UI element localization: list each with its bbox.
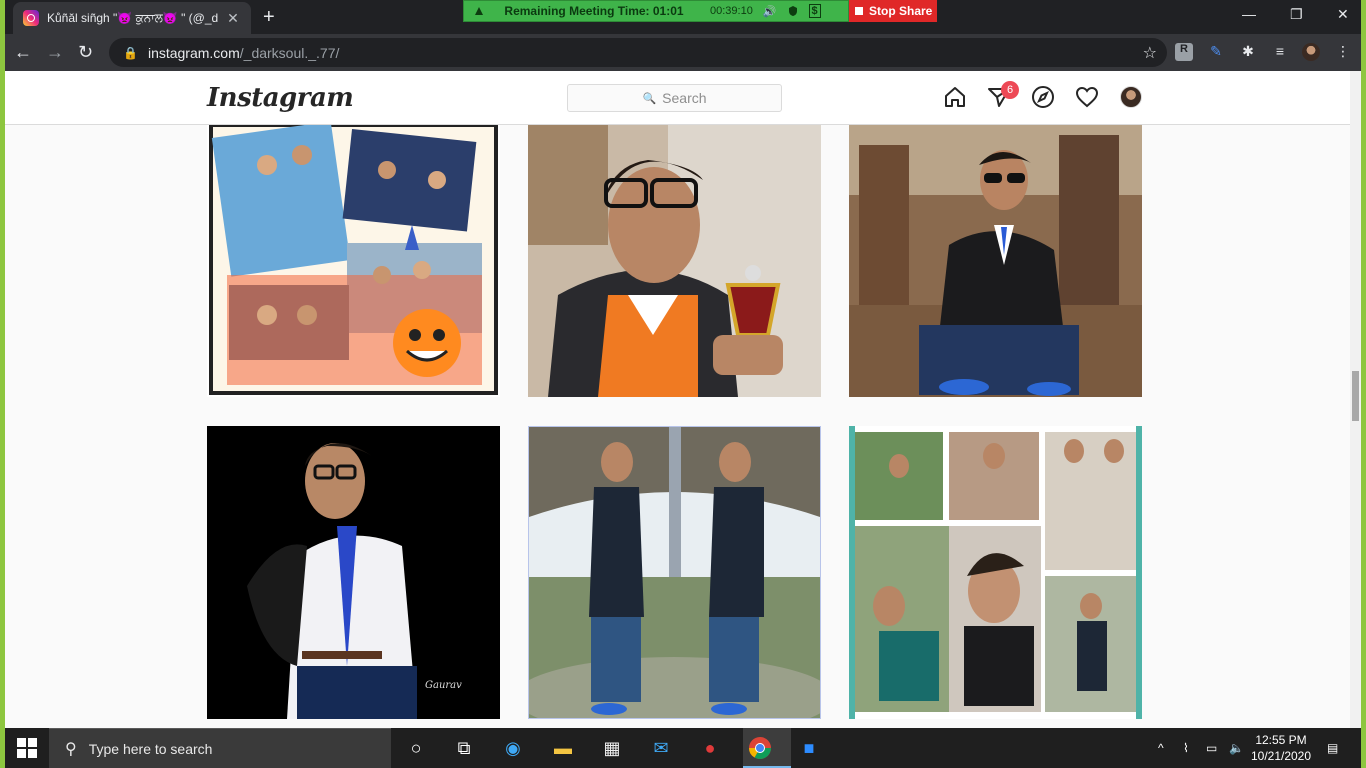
profile-avatar-icon[interactable] <box>1302 43 1320 61</box>
explore-icon[interactable] <box>1031 85 1055 109</box>
elapsed-time: 00:39:10 <box>710 5 753 17</box>
new-tab-button[interactable]: + <box>263 6 275 29</box>
profile-avatar[interactable] <box>1120 86 1142 108</box>
post-collage-friends[interactable] <box>849 426 1142 719</box>
instagram-favicon-icon <box>23 10 39 26</box>
dollar-icon[interactable]: $ <box>808 4 821 18</box>
show-hidden-icons-icon[interactable]: ^ <box>1158 741 1164 755</box>
stop-share-label: Stop Share <box>869 4 933 18</box>
bookmark-star-icon[interactable]: ☆ <box>1143 43 1157 63</box>
notifications-icon[interactable]: ▤ <box>1327 741 1338 755</box>
stop-icon <box>855 7 863 15</box>
forward-arrow-icon[interactable]: → <box>46 42 64 63</box>
clock-date: 10/21/2020 <box>1250 749 1312 763</box>
among-us-icon[interactable]: ● <box>698 736 722 760</box>
chrome-icon[interactable] <box>748 736 772 760</box>
menu-kebab-icon[interactable]: ⋮ <box>1334 43 1352 61</box>
tab-title: Kůñăl siñgh "👿 ਕੁਨਾਲ👿 " (@_d <box>47 10 219 25</box>
url-host: instagram.com <box>147 44 240 61</box>
scrollbar-thumb[interactable] <box>1352 371 1359 421</box>
store-icon[interactable]: ▦ <box>600 736 624 760</box>
back-arrow-icon[interactable]: ← <box>14 42 32 63</box>
heart-icon[interactable] <box>1075 85 1099 109</box>
lock-icon: 🔒 <box>123 45 138 60</box>
search-icon: 🔍 <box>642 92 657 105</box>
search-icon: ⚲ <box>65 740 77 758</box>
tab-close-icon[interactable]: ✕ <box>225 10 241 27</box>
instagram-header: Instagram 🔍 Search 6 <box>5 71 1350 125</box>
home-icon[interactable] <box>943 85 967 109</box>
address-bar[interactable]: 🔒 instagram.com /_darksoul._.77/ ☆ <box>109 38 1167 67</box>
battery-icon[interactable]: ▭ <box>1206 741 1217 755</box>
taskbar-search-input[interactable]: ⚲ Type here to search <box>49 728 391 768</box>
extension-pen-icon[interactable]: ✎ <box>1207 43 1225 61</box>
taskbar-clock[interactable]: 12:55 PM 10/21/2020 <box>1245 732 1317 764</box>
meeting-timer-icon <box>475 7 483 15</box>
instagram-page: Instagram 🔍 Search 6 Gaurav <box>5 71 1350 728</box>
media-control-icon[interactable]: ≡ <box>1271 43 1289 61</box>
file-explorer-icon[interactable]: ▬ <box>551 736 575 760</box>
stop-share-button[interactable]: Stop Share <box>849 0 937 22</box>
zoom-icon[interactable]: ■ <box>797 736 821 760</box>
search-placeholder: Search <box>662 90 707 106</box>
browser-tab-instagram[interactable]: Kůñăl siñgh "👿 ਕੁਨਾਲ👿 " (@_d ✕ <box>13 2 251 34</box>
direct-badge: 6 <box>1001 81 1019 99</box>
task-view-icon[interactable]: ⧉ <box>452 736 476 760</box>
windows-taskbar: ⚲ Type here to search ○ ⧉ ◉ ▬ ▦ ✉ ● ■ ^ … <box>5 728 1361 768</box>
cortana-icon[interactable]: ○ <box>404 736 428 760</box>
post-boy-on-bench[interactable] <box>849 125 1142 397</box>
svg-text:Gaurav: Gaurav <box>425 680 462 691</box>
post-boy-in-suit[interactable]: Gaurav <box>207 426 500 719</box>
clock-time: 12:55 PM <box>1255 733 1307 747</box>
speaker-icon[interactable]: 🔊 <box>763 5 777 18</box>
network-icon[interactable]: ⌇ <box>1183 741 1189 755</box>
security-shield-icon[interactable] <box>787 5 799 17</box>
minimize-button[interactable]: — <box>1242 6 1256 22</box>
reload-icon[interactable]: ↻ <box>78 42 93 63</box>
edge-icon[interactable]: ◉ <box>501 736 525 760</box>
search-input[interactable]: 🔍 Search <box>567 84 782 112</box>
taskbar-search-text: Type here to search <box>88 740 213 757</box>
mail-icon[interactable]: ✉ <box>649 736 673 760</box>
post-boy-with-trophy[interactable] <box>528 125 821 397</box>
zoom-meeting-bar: Remaining Meeting Time: 01:01 00:39:10 🔊… <box>463 0 849 22</box>
volume-icon[interactable]: 🔈 <box>1229 741 1244 755</box>
close-window-button[interactable]: ✕ <box>1337 6 1349 23</box>
remaining-meeting-time: Remaining Meeting Time: 01:01 <box>504 4 684 18</box>
post-collage-selfies[interactable] <box>207 125 500 397</box>
extension-r-icon[interactable]: R <box>1175 43 1193 61</box>
windows-start-icon[interactable] <box>15 736 39 760</box>
restore-button[interactable]: ❐ <box>1290 6 1303 23</box>
instagram-logo[interactable]: Instagram <box>207 83 354 113</box>
browser-toolbar: ← → ↻ 🔒 instagram.com /_darksoul._.77/ ☆… <box>5 34 1361 71</box>
url-path: /_darksoul._.77/ <box>239 44 340 61</box>
page-scrollbar[interactable] <box>1350 71 1361 728</box>
extensions-puzzle-icon[interactable]: ✱ <box>1239 43 1257 61</box>
post-boy-mirror-split[interactable] <box>528 426 821 719</box>
